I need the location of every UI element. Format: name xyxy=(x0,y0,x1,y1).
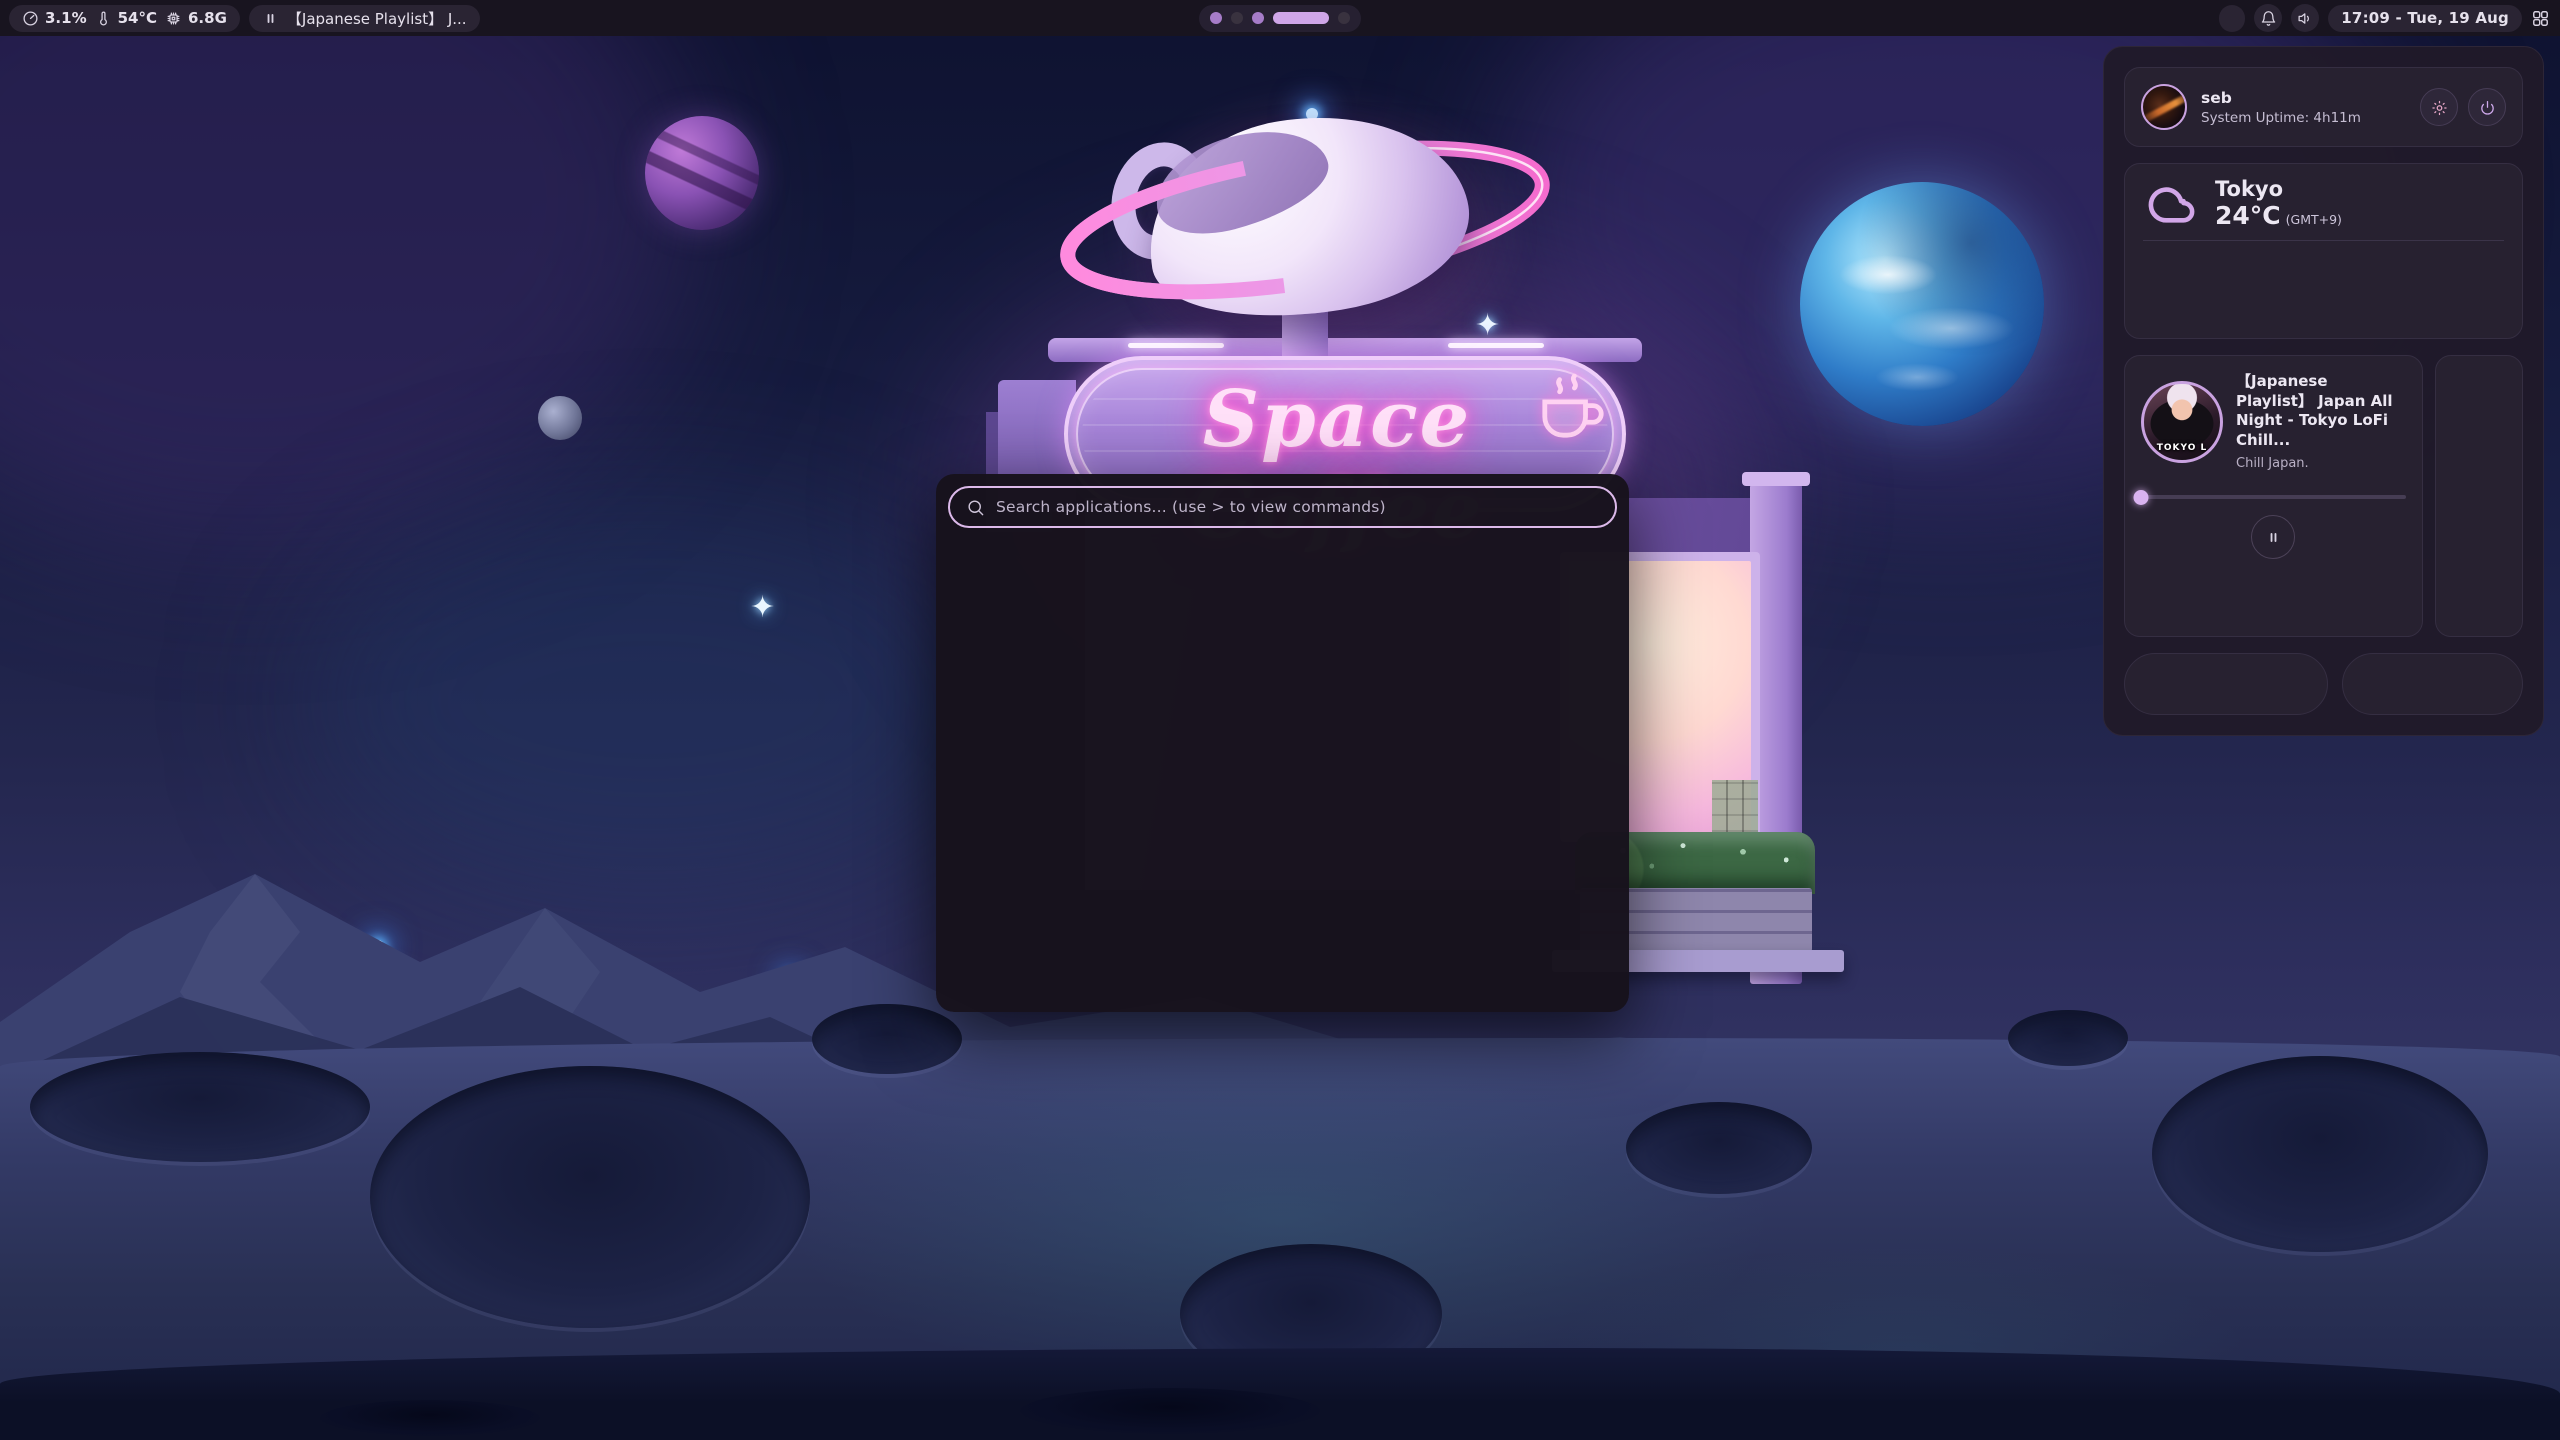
play-pause-button[interactable] xyxy=(2251,515,2295,559)
avatar[interactable] xyxy=(2141,84,2187,130)
workspace-indicator xyxy=(1199,5,1361,32)
crater xyxy=(320,1400,540,1436)
bell-icon xyxy=(2260,10,2277,27)
foreground-ridge xyxy=(0,1348,2560,1440)
gauge-icon xyxy=(22,10,39,27)
stat: 6.8G xyxy=(165,9,227,27)
divider xyxy=(2143,240,2504,241)
stat: 54°C xyxy=(95,9,157,27)
media-player-card: TOKYO L 【Japanese Playlist】 Japan All Ni… xyxy=(2124,355,2423,637)
volume-button[interactable] xyxy=(2291,4,2319,32)
seek-slider[interactable] xyxy=(2141,489,2406,505)
search-placeholder: Search applications... (use > to view co… xyxy=(996,498,1386,516)
top-bar: 3.1% 54°C 6.8G 【Japanese Playlist】 J... xyxy=(0,0,2560,36)
thermometer-icon xyxy=(95,10,112,27)
workspace-dot[interactable] xyxy=(1252,12,1264,24)
seek-track xyxy=(2141,495,2406,499)
tray-cluster: 17:09 - Tue, 19 Aug xyxy=(2219,4,2550,32)
stat-value: 3.1% xyxy=(45,9,87,27)
workspace-dot[interactable] xyxy=(1210,12,1222,24)
sign-coffee-cup-icon xyxy=(1530,368,1604,458)
tray-pill xyxy=(2219,5,2245,32)
weather-city: Tokyo xyxy=(2215,178,2342,201)
weather-timezone: (GMT+9) xyxy=(2286,212,2342,227)
system-stats-cluster: 3.1% 54°C 6.8G 【Japanese Playlist】 J... xyxy=(9,5,480,32)
app-launcher: Search applications... (use > to view co… xyxy=(936,474,1629,1012)
dashboard-panel: seb System Uptime: 4h11m Tokyo 24°C(GMT+… xyxy=(2103,46,2544,736)
overview-icon[interactable] xyxy=(2531,9,2550,28)
stat-value: 6.8G xyxy=(188,9,227,27)
chip-icon xyxy=(165,10,182,27)
cloud-icon xyxy=(2143,181,2201,227)
now-playing-pill[interactable]: 【Japanese Playlist】 J... xyxy=(249,5,480,32)
weather-card: Tokyo 24°C(GMT+9) xyxy=(2124,163,2523,339)
settings-button[interactable] xyxy=(2420,88,2458,126)
weather-temp: 24°C(GMT+9) xyxy=(2215,201,2342,230)
power-icon xyxy=(2479,99,2496,116)
power-button[interactable] xyxy=(2468,88,2506,126)
power-profile-pill xyxy=(2124,653,2328,715)
pause-icon xyxy=(2265,529,2282,546)
stat-value: 54°C xyxy=(118,9,157,27)
track-title: 【Japanese Playlist】 Japan All Night - To… xyxy=(2236,372,2406,450)
user-name: seb xyxy=(2201,89,2361,107)
notifications-button[interactable] xyxy=(2254,4,2282,32)
pause-icon xyxy=(262,10,279,27)
search-icon xyxy=(966,498,985,517)
album-art: TOKYO L xyxy=(2141,381,2223,463)
audio-visualizer xyxy=(2141,567,2406,641)
crater xyxy=(1020,1388,1320,1434)
clock-label: 17:09 - Tue, 19 Aug xyxy=(2341,9,2509,27)
saturn-ring-front xyxy=(1040,120,1570,330)
crater xyxy=(2152,1056,2488,1252)
workspace-dot[interactable] xyxy=(1338,12,1350,24)
now-playing-label: 【Japanese Playlist】 J... xyxy=(287,8,467,29)
speaker-icon xyxy=(2297,10,2314,27)
crater xyxy=(1626,1102,1812,1194)
workspace-dot[interactable] xyxy=(1273,12,1329,24)
crater xyxy=(812,1004,962,1074)
crater xyxy=(370,1066,810,1328)
stat: 3.1% xyxy=(22,9,87,27)
crater xyxy=(2008,1010,2128,1066)
seek-knob[interactable] xyxy=(2134,490,2149,505)
album-art-text: TOKYO L xyxy=(2144,443,2220,453)
system-monitor-column xyxy=(2435,355,2524,637)
crater xyxy=(30,1052,370,1162)
search-input[interactable]: Search applications... (use > to view co… xyxy=(948,486,1617,528)
gear-icon xyxy=(2431,99,2448,116)
capture-pill xyxy=(2342,653,2523,715)
system-stats-pill: 3.1% 54°C 6.8G xyxy=(9,5,240,32)
user-card: seb System Uptime: 4h11m xyxy=(2124,67,2523,147)
system-uptime: System Uptime: 4h11m xyxy=(2201,110,2361,126)
clock[interactable]: 17:09 - Tue, 19 Aug xyxy=(2328,5,2522,32)
workspace-dot[interactable] xyxy=(1231,12,1243,24)
track-subtitle: Chill Japan. xyxy=(2236,456,2406,471)
